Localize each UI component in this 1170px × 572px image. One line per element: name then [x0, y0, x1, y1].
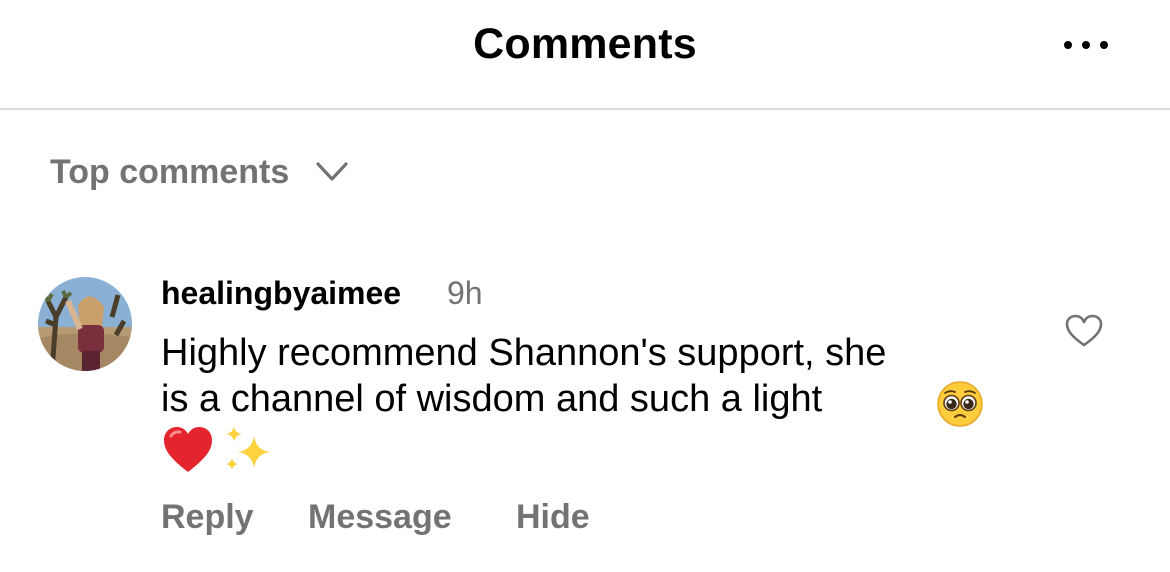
hide-button[interactable]: Hide — [516, 498, 590, 537]
more-horizontal-icon-dot — [1082, 41, 1090, 49]
chevron-down-icon — [316, 162, 348, 181]
reply-button[interactable]: Reply — [161, 498, 254, 537]
avatar-image — [38, 277, 132, 371]
more-options-button[interactable] — [1058, 30, 1122, 60]
comment-text-line-2: is a channel of wisdom and such a light — [161, 378, 823, 420]
pleading-face-icon — [937, 381, 983, 427]
like-heart-button[interactable] — [1065, 314, 1103, 348]
comment-username[interactable]: healingbyaimee — [161, 275, 401, 312]
more-horizontal-icon-dot — [1100, 41, 1108, 49]
sort-dropdown[interactable]: Top comments — [50, 150, 349, 194]
page-title: Comments — [473, 20, 697, 68]
comment-text-line-1: Highly recommend Shannon's support, she — [161, 332, 887, 374]
sort-label: Top comments — [50, 152, 290, 191]
sparkles-icon — [226, 426, 270, 470]
red-heart-icon — [164, 427, 212, 472]
message-button[interactable]: Message — [308, 498, 452, 537]
more-horizontal-icon — [1064, 41, 1072, 49]
header: Comments — [0, 0, 1170, 110]
avatar[interactable] — [38, 277, 132, 371]
comment-timestamp: 9h — [447, 275, 483, 311]
